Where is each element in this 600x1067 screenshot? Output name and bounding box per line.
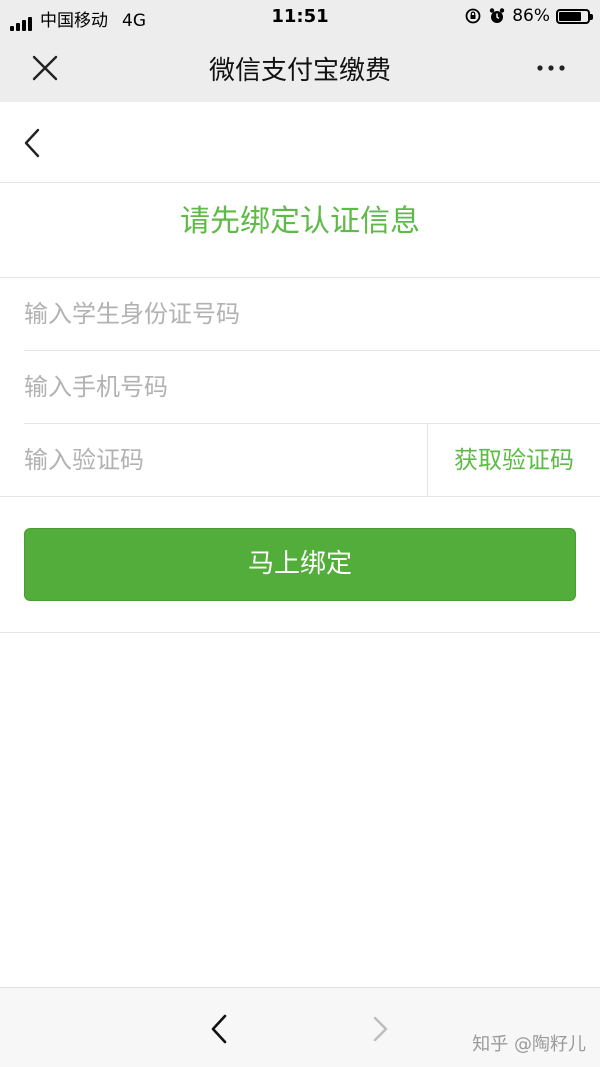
code-input[interactable] bbox=[24, 424, 414, 496]
bind-now-button[interactable]: 马上绑定 bbox=[24, 528, 576, 601]
student-id-row bbox=[0, 278, 600, 351]
watermark: 知乎 @陶籽儿 bbox=[472, 1034, 586, 1055]
page: 中国移动 4G 11:51 86% 微信支付宝缴费 请先绑定认证信息 输入学生身… bbox=[0, 0, 600, 1067]
more-icon bbox=[537, 65, 565, 71]
code-row: 获取验证码 bbox=[0, 424, 600, 497]
battery-fill bbox=[559, 11, 581, 21]
chevron-left-icon bbox=[211, 1014, 227, 1044]
battery-percent: 86% bbox=[512, 6, 550, 26]
nav-forward-button[interactable] bbox=[366, 1010, 396, 1048]
chevron-right-icon bbox=[373, 1016, 388, 1042]
phone-input[interactable] bbox=[24, 351, 584, 423]
title-bar: 微信支付宝缴费 bbox=[0, 34, 600, 102]
divider bbox=[0, 632, 600, 633]
alarm-icon bbox=[490, 8, 505, 23]
nav-back-button[interactable] bbox=[204, 1010, 234, 1048]
phone-row bbox=[0, 351, 600, 424]
more-button[interactable] bbox=[532, 52, 578, 84]
rotation-lock-icon bbox=[465, 8, 481, 24]
page-title: 微信支付宝缴费 bbox=[208, 56, 391, 86]
back-row bbox=[0, 102, 600, 183]
back-button[interactable] bbox=[16, 124, 50, 162]
chevron-left-icon bbox=[24, 128, 40, 158]
page-heading: 请先绑定认证信息 bbox=[0, 183, 600, 278]
student-id-input[interactable] bbox=[24, 278, 584, 350]
divider bbox=[0, 496, 600, 497]
browser-toolbar: 知乎 @陶籽儿 bbox=[0, 987, 600, 1067]
status-bar: 中国移动 4G 11:51 86% bbox=[0, 0, 600, 34]
get-code-button[interactable]: 获取验证码 bbox=[428, 424, 600, 496]
battery-icon bbox=[556, 8, 593, 24]
status-right: 86% bbox=[464, 6, 593, 26]
